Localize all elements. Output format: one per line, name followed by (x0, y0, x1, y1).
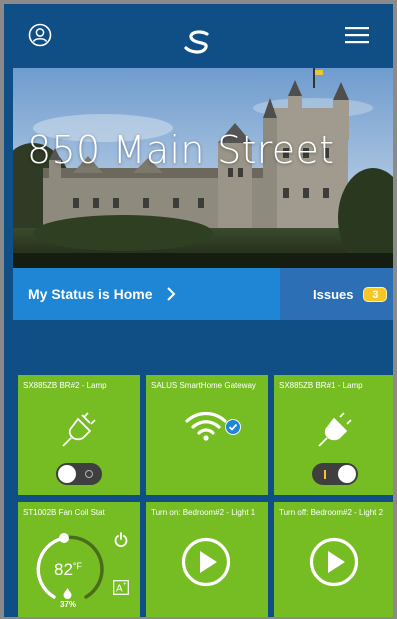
device-tile-lamp-br1[interactable]: SX885ZB BR#1 - Lamp (274, 375, 393, 495)
dial-handle[interactable] (59, 533, 69, 543)
play-icon[interactable] (180, 536, 232, 588)
issues-button[interactable]: Issues 3 (280, 268, 393, 320)
thermostat-temperature: 82°F (54, 560, 82, 580)
temperature-value: 82 (54, 560, 73, 579)
scene-tile-turn-on-light1[interactable]: Turn on: Bedroom#2 - Light 1 (146, 502, 268, 617)
tile-title: Turn on: Bedroom#2 - Light 1 (151, 508, 256, 517)
tile-title: SX885ZB BR#2 - Lamp (23, 381, 107, 390)
issues-count-badge: 3 (363, 286, 388, 302)
play-icon[interactable] (308, 536, 360, 588)
check-icon (225, 419, 241, 435)
issues-label: Issues (313, 286, 354, 302)
device-tile-lamp-br2[interactable]: SX885ZB BR#2 - Lamp (18, 375, 140, 495)
lamp-br1-toggle[interactable] (312, 463, 358, 485)
tile-title: SALUS SmartHome Gateway (151, 381, 256, 390)
app-screen: 850 Main Street My Status is Home Issues… (4, 4, 393, 617)
toggle-knob (338, 465, 356, 483)
lamp-br2-toggle[interactable] (56, 463, 102, 485)
tile-title: ST1002B Fan Coil Stat (23, 508, 105, 517)
humidity-drop-icon (63, 588, 72, 599)
hamburger-menu-button[interactable] (345, 26, 369, 44)
hamburger-menu-icon (345, 27, 369, 44)
property-address: 850 Main Street (27, 128, 335, 172)
plug-outline-icon (62, 412, 96, 447)
svg-text:A: A (116, 584, 123, 595)
toggle-on-indicator (314, 463, 336, 485)
toggle-off-indicator (78, 463, 100, 485)
tile-title: SX885ZB BR#1 - Lamp (279, 381, 363, 390)
svg-text:+: + (123, 582, 127, 588)
power-icon[interactable] (114, 532, 128, 547)
toggle-knob (58, 465, 76, 483)
user-account-button[interactable] (28, 23, 52, 47)
plug-filled-icon (318, 412, 352, 447)
property-hero-image: 850 Main Street (13, 68, 393, 268)
temperature-unit: °F (72, 561, 83, 571)
scene-tile-turn-off-light2[interactable]: Turn off: Bedroom#2 - Light 2 (274, 502, 393, 617)
user-circle-icon (28, 23, 52, 47)
my-status-button[interactable]: My Status is Home (13, 268, 280, 320)
chevron-right-icon (167, 287, 176, 301)
device-tile-thermostat[interactable]: ST1002B Fan Coil Stat 82°F 37% A + (18, 502, 140, 617)
my-status-label: My Status is Home (28, 286, 153, 302)
device-tile-gateway[interactable]: SALUS SmartHome Gateway (146, 375, 268, 495)
auto-mode-icon[interactable]: A + (113, 580, 129, 595)
top-bar (4, 4, 393, 68)
salus-logo (180, 28, 218, 56)
tile-title: Turn off: Bedroom#2 - Light 2 (279, 508, 384, 517)
humidity-value: 37% (59, 600, 76, 609)
wifi-icon (185, 411, 227, 441)
